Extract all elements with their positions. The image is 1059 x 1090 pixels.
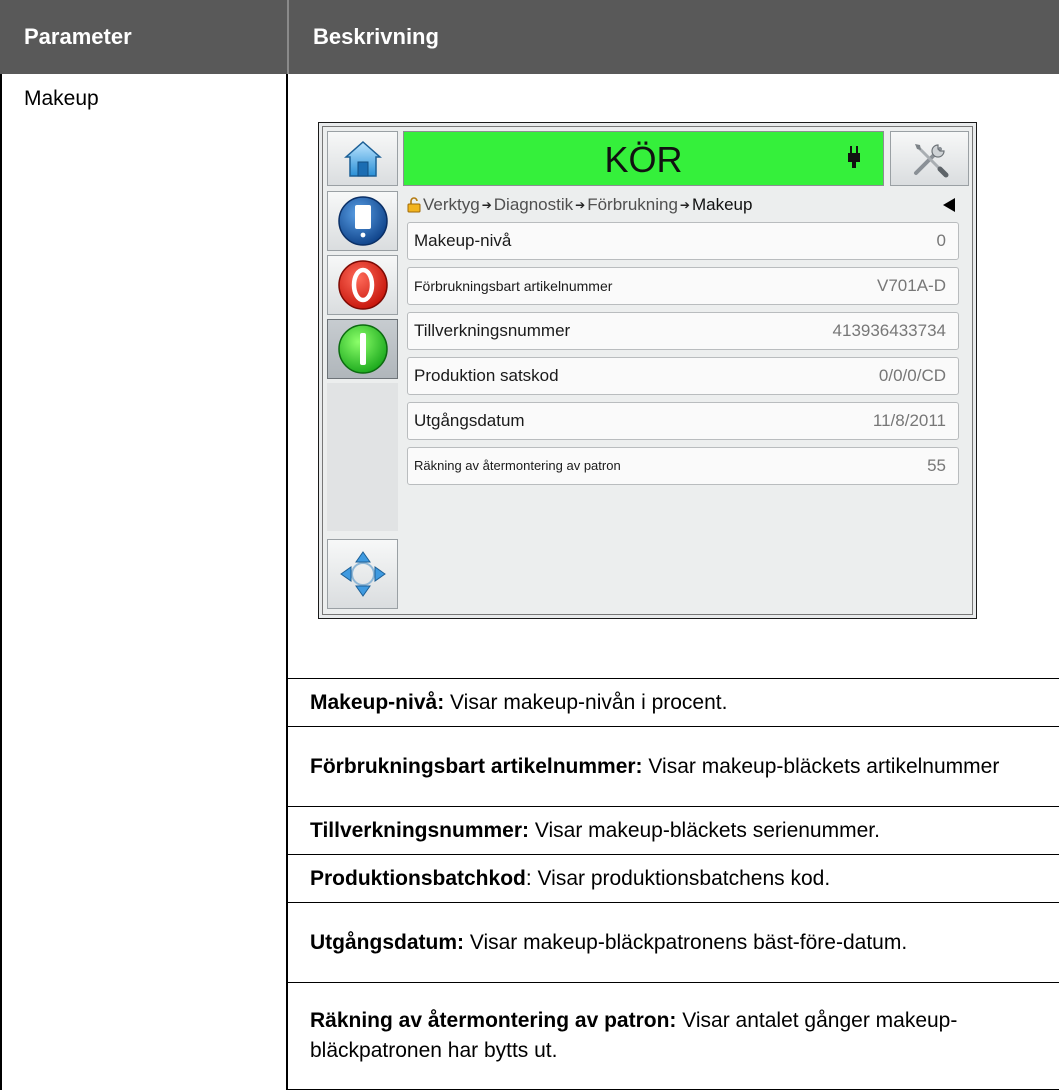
- list-item[interactable]: Förbrukningsbart artikelnummer V701A-D: [407, 267, 959, 305]
- list-item[interactable]: Utgångsdatum 11/8/2011: [407, 402, 959, 440]
- information-icon: [337, 196, 388, 246]
- row-label: Makeup-nivå: [414, 231, 512, 250]
- row-label: Tillverkningsnummer: [414, 321, 571, 340]
- row-value: V701A-D: [877, 276, 946, 295]
- parameter-name: Makeup: [24, 87, 99, 110]
- printhead-icon: [848, 146, 860, 168]
- column-header-description: Beskrivning: [287, 0, 1059, 74]
- description-term: Räkning av återmontering av patron:: [310, 1009, 677, 1032]
- back-arrow-icon[interactable]: [943, 198, 955, 212]
- row-value: 55: [927, 456, 946, 475]
- description-term: Förbrukningsbart artikelnummer:: [310, 754, 643, 778]
- parameter-table: Parameter Beskrivning Makeup KÖR Verktyg…: [0, 0, 1059, 1090]
- printer-screen-inner: KÖR Verktyg ➔ Diagnostik ➔ Förbrukning ➔…: [322, 126, 973, 615]
- row-value: 413936433734: [832, 321, 946, 340]
- description-row: Makeup-nivå: Visar makeup-nivån i procen…: [288, 678, 1059, 726]
- breadcrumb-item-forbrukning[interactable]: Förbrukning: [587, 195, 678, 215]
- status-text: KÖR: [604, 139, 683, 180]
- row-label: Räkning av återmontering av patron: [414, 458, 621, 473]
- navigation-button[interactable]: [327, 539, 398, 609]
- information-button[interactable]: [327, 191, 398, 251]
- description-term: Tillverkningsnummer:: [310, 818, 530, 842]
- breadcrumb-separator-icon: ➔: [481, 198, 492, 212]
- stop-icon: [337, 260, 388, 310]
- breadcrumb-separator-icon: ➔: [575, 198, 586, 212]
- list-item[interactable]: Räkning av återmontering av patron 55: [407, 447, 959, 485]
- sidebar-empty-slot: [327, 383, 398, 531]
- description-term: Produktionsbatchkod: [310, 866, 526, 890]
- breadcrumb: Verktyg ➔ Diagnostik ➔ Förbrukning ➔ Mak…: [407, 193, 967, 217]
- start-button[interactable]: [327, 319, 398, 379]
- description-row: Tillverkningsnummer: Visar makeup-bläcke…: [288, 806, 1059, 854]
- tools-button[interactable]: [890, 131, 969, 186]
- description-row: Räkning av återmontering av patron: Visa…: [288, 982, 1059, 1089]
- row-value: 11/8/2011: [872, 411, 946, 430]
- description-text: : Visar produktionsbatchens kod.: [525, 866, 831, 890]
- list-item[interactable]: Produktion satskod 0/0/0/CD: [407, 357, 959, 395]
- tools-icon: [913, 143, 948, 177]
- description-row: Utgångsdatum: Visar makeup-bläckpatronen…: [288, 902, 1059, 982]
- list-item[interactable]: Makeup-nivå 0: [407, 222, 959, 260]
- row-value: 0/0/0/CD: [878, 366, 946, 385]
- sidebar: [327, 131, 398, 609]
- start-icon: [337, 324, 388, 374]
- status-bar[interactable]: KÖR: [403, 131, 884, 186]
- home-button[interactable]: [327, 131, 398, 186]
- printer-screen: KÖR Verktyg ➔ Diagnostik ➔ Förbrukning ➔…: [318, 122, 977, 619]
- description-row: Produktionsbatchkod: Visar produktionsba…: [288, 854, 1059, 902]
- row-label: Produktion satskod: [414, 366, 559, 385]
- description-row: Förbrukningsbart artikelnummer: Visar ma…: [288, 726, 1059, 806]
- breadcrumb-item-diagnostik[interactable]: Diagnostik: [494, 195, 573, 215]
- lock-icon: [407, 197, 421, 213]
- list-item[interactable]: Tillverkningsnummer 413936433734: [407, 312, 959, 350]
- home-icon: [343, 140, 382, 177]
- row-value: 0: [936, 231, 946, 250]
- stop-button[interactable]: [327, 255, 398, 315]
- description-text: Visar makeup-nivån i procent.: [444, 690, 728, 714]
- breadcrumb-item-verktyg[interactable]: Verktyg: [423, 195, 480, 215]
- description-text: Visar makeup-bläckpatronens bäst-före-da…: [464, 930, 908, 954]
- table-border-left: [0, 74, 2, 1090]
- description-term: Utgångsdatum:: [310, 930, 464, 954]
- navigation-arrows-icon: [339, 551, 386, 597]
- breadcrumb-separator-icon: ➔: [679, 198, 690, 212]
- description-text: Visar makeup-bläckets serienummer.: [529, 818, 880, 842]
- description-term: Makeup-nivå:: [310, 690, 445, 714]
- row-label: Utgångsdatum: [414, 411, 525, 430]
- breadcrumb-current: Makeup: [691, 195, 753, 214]
- column-header-parameter: Parameter: [0, 0, 287, 74]
- description-text: Visar makeup-bläckets artikelnummer: [642, 754, 1000, 778]
- row-label: Förbrukningsbart artikelnummer: [414, 278, 613, 294]
